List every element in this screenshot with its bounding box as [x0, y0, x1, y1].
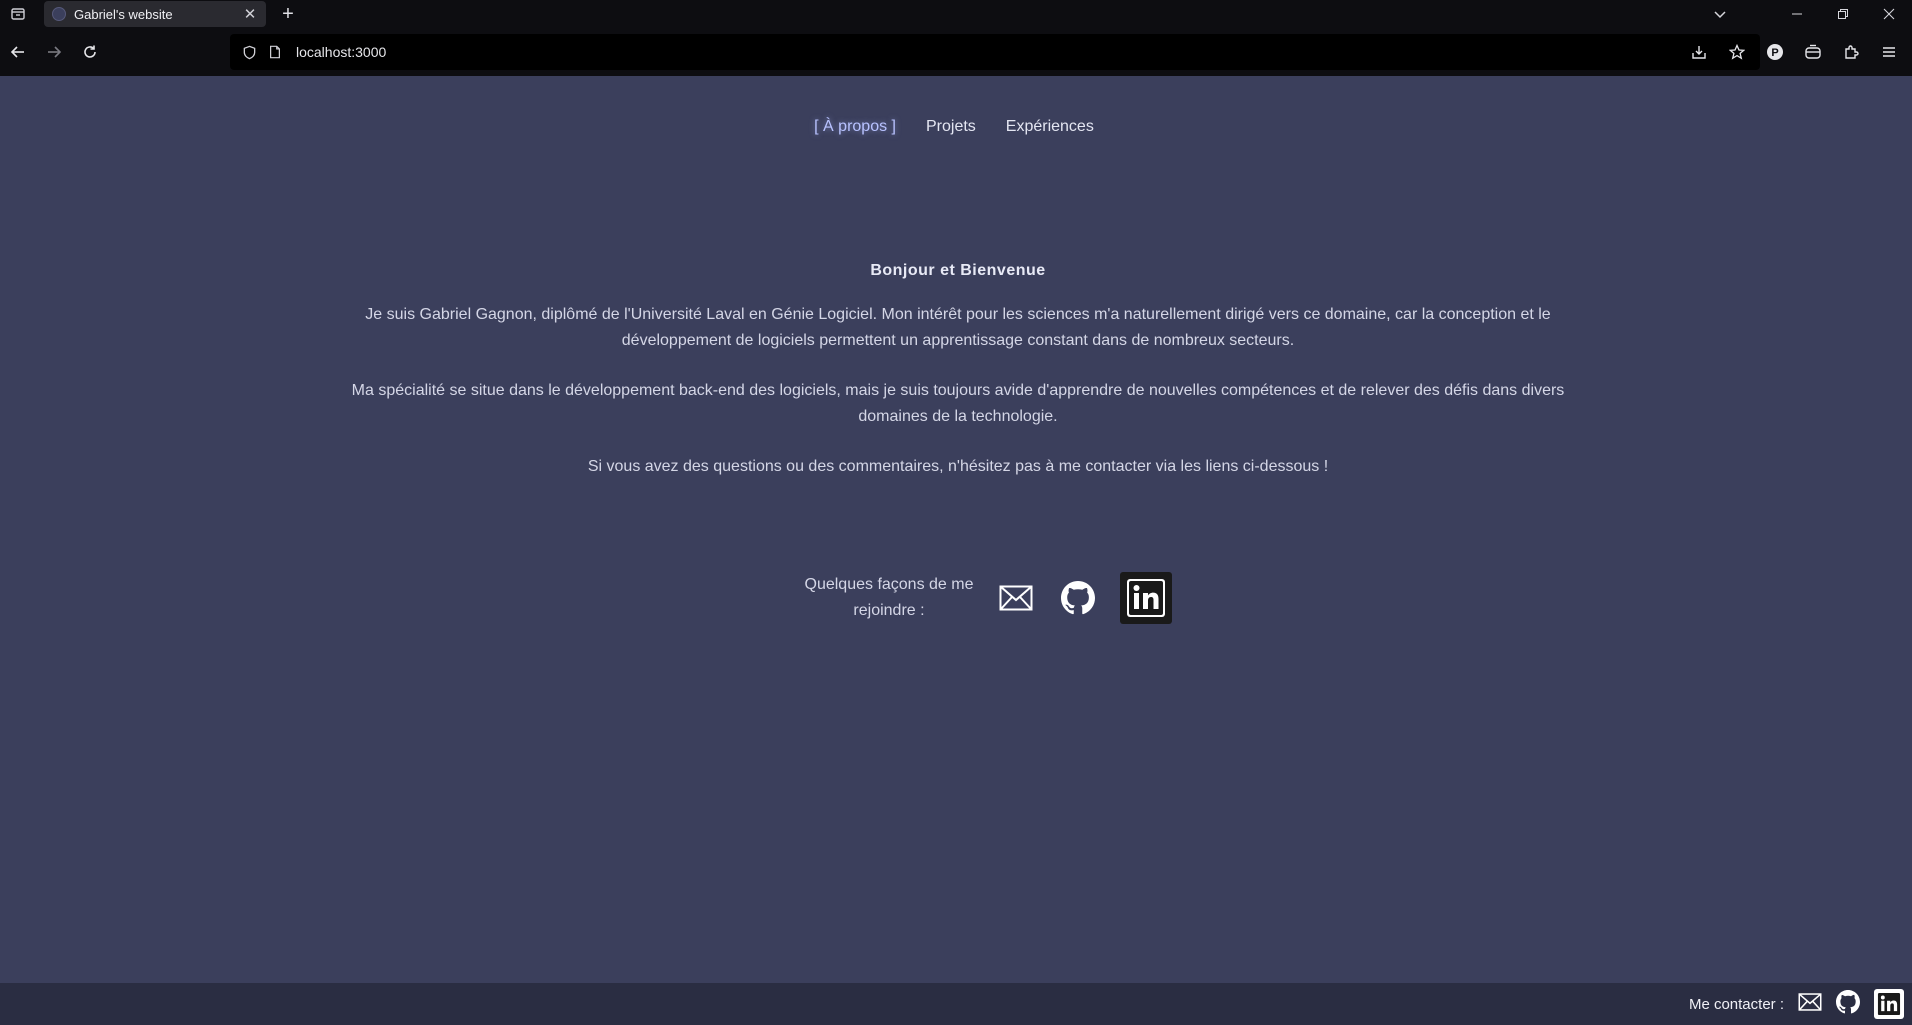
bookmark-button[interactable] — [1720, 35, 1754, 69]
save-to-pocket-button[interactable] — [1682, 35, 1716, 69]
about-section: Bonjour et Bienvenue Je suis Gabriel Gag… — [340, 258, 1576, 504]
chevron-down-icon[interactable] — [1706, 0, 1734, 28]
puzzle-icon — [1845, 45, 1859, 59]
intro-paragraph: Je suis Gabriel Gagnon, diplômé de l'Uni… — [365, 306, 1551, 349]
page-title: Bonjour et Bienvenue — [870, 262, 1046, 279]
browser-tab[interactable]: Gabriel's website ✕ — [44, 1, 266, 27]
arrow-right-icon — [48, 46, 62, 58]
address-bar[interactable]: localhost:3000 — [230, 34, 1760, 70]
restore-button[interactable] — [1820, 0, 1866, 28]
browser-toolbar: localhost:3000 P — [0, 28, 1912, 76]
mail-icon[interactable] — [1798, 992, 1822, 1016]
tab-list-icon — [11, 8, 25, 20]
extensions-button[interactable] — [1834, 35, 1868, 69]
profile-button[interactable]: P — [1758, 35, 1792, 69]
url-text: localhost:3000 — [296, 44, 387, 60]
tab-list-button[interactable] — [0, 0, 36, 28]
new-tab-button[interactable]: + — [276, 2, 300, 26]
close-icon[interactable]: ✕ — [242, 6, 258, 23]
menu-button[interactable] — [1872, 35, 1906, 69]
close-icon — [1883, 8, 1895, 20]
reload-button[interactable] — [72, 34, 108, 70]
site-nav: [ À propos ] Projets Expériences — [0, 118, 1912, 136]
linkedin-icon[interactable] — [1874, 989, 1904, 1019]
star-icon — [1729, 44, 1745, 60]
close-window-button[interactable] — [1866, 0, 1912, 28]
linkedin-icon[interactable] — [1120, 572, 1172, 624]
github-icon[interactable] — [1058, 578, 1098, 618]
download-icon — [1692, 46, 1706, 59]
tab-title: Gabriel's website — [74, 6, 173, 22]
nav-projects-link[interactable]: Projets — [926, 118, 976, 136]
mask-icon — [1805, 44, 1821, 59]
page-icon[interactable] — [264, 41, 286, 63]
minimize-button[interactable] — [1774, 0, 1820, 28]
back-button[interactable] — [0, 34, 36, 70]
hamburger-icon — [1883, 47, 1895, 57]
footer: Me contacter : — [0, 983, 1912, 1025]
forward-button[interactable] — [36, 34, 72, 70]
browser-tab-bar: Gabriel's website ✕ + — [0, 0, 1912, 28]
specialty-paragraph: Ma spécialité se situe dans le développe… — [351, 382, 1565, 425]
contact-paragraph: Si vous avez des questions ou des commen… — [587, 458, 1329, 475]
arrow-left-icon — [10, 46, 24, 58]
shield-icon[interactable] — [238, 41, 260, 63]
favicon-icon — [52, 7, 66, 21]
contact-links-label: Quelques façons de me rejoindre : — [804, 576, 974, 619]
nav-experiences-link[interactable]: Expériences — [1006, 118, 1094, 136]
page: [ À propos ] Projets Expériences Bonjour… — [0, 76, 1912, 983]
nav-about-link[interactable]: [ À propos ] — [814, 118, 896, 136]
toolbar-actions: P — [1682, 34, 1906, 70]
private-browsing-button[interactable] — [1796, 35, 1830, 69]
github-icon[interactable] — [1836, 989, 1860, 1019]
profile-icon: P — [1767, 44, 1783, 60]
footer-contact-label: Me contacter : — [1688, 995, 1784, 1013]
contact-links: Quelques façons de me rejoindre : — [800, 568, 1180, 628]
svg-text:P: P — [1771, 47, 1778, 59]
minimize-icon — [1792, 13, 1802, 15]
mail-icon[interactable] — [996, 578, 1036, 618]
reload-icon — [84, 45, 96, 58]
restore-icon — [1838, 9, 1848, 19]
window-controls — [1774, 0, 1912, 28]
